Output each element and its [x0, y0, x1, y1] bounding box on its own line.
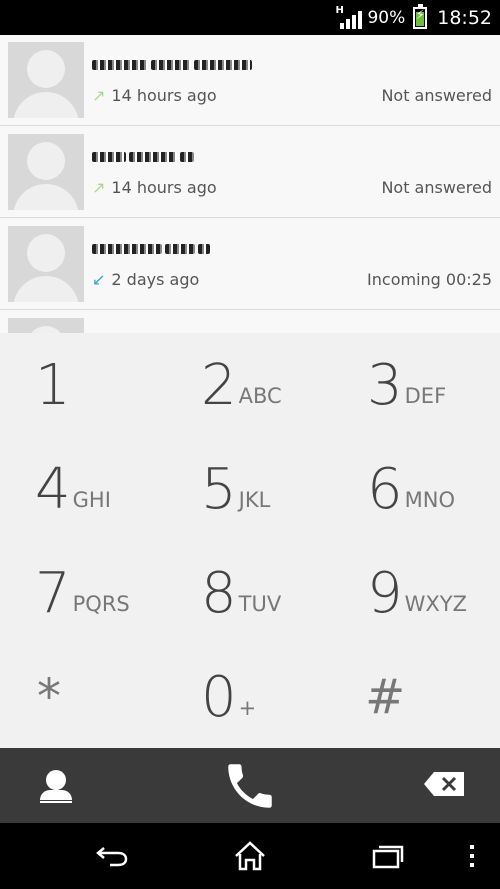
dial-key-3[interactable]: 3 DEF: [367, 333, 500, 437]
battery-icon: ⚡: [413, 3, 428, 29]
clock: 18:52: [437, 6, 492, 29]
avatar[interactable]: [8, 226, 84, 302]
outgoing-call-icon: ↗: [92, 86, 106, 105]
call-log-item[interactable]: [0, 311, 500, 333]
backspace-icon[interactable]: [422, 770, 468, 800]
home-icon[interactable]: [230, 839, 270, 873]
call-log-item[interactable]: ↙ 2 days ago Incoming 00:25: [0, 219, 500, 310]
call-time: 2 days ago: [111, 270, 200, 289]
dial-key-2[interactable]: 2 ABC: [201, 333, 367, 437]
contact-name-redacted: [92, 241, 210, 257]
more-vert-icon[interactable]: [462, 839, 482, 873]
incoming-call-icon: ↙: [92, 270, 106, 289]
dial-key-7[interactable]: 7 PQRS: [35, 541, 201, 645]
dialpad: 1 2 ABC 3 DEF 4 GHI 5 JKL 6 MNO 7 PQRS 8…: [0, 333, 500, 748]
navigation-bar: [0, 823, 500, 889]
avatar[interactable]: [8, 318, 84, 333]
call-status: Not answered: [381, 86, 492, 105]
dial-key-1[interactable]: 1: [35, 333, 201, 437]
contact-name-redacted: [92, 57, 252, 73]
call-status: Incoming 00:25: [367, 270, 492, 289]
phone-icon[interactable]: [218, 754, 282, 818]
dial-key-0[interactable]: 0 +: [201, 645, 367, 749]
avatar[interactable]: [8, 42, 84, 118]
call-status: Not answered: [381, 178, 492, 197]
back-icon[interactable]: [92, 839, 132, 873]
dial-key-hash[interactable]: #: [365, 645, 500, 749]
contact-name-redacted: [92, 149, 194, 165]
dial-key-4[interactable]: 4 GHI: [35, 437, 201, 541]
recent-apps-icon[interactable]: [368, 839, 408, 873]
call-time: 14 hours ago: [111, 86, 217, 105]
dialer-action-bar: [0, 748, 500, 823]
avatar[interactable]: [8, 134, 84, 210]
dial-key-star[interactable]: *: [37, 645, 203, 749]
dial-key-8[interactable]: 8 TUV: [201, 541, 367, 645]
call-time: 14 hours ago: [111, 178, 217, 197]
outgoing-call-icon: ↗: [92, 178, 106, 197]
status-bar: H 90% ⚡ 18:52: [0, 0, 500, 35]
dial-key-9[interactable]: 9 WXYZ: [367, 541, 500, 645]
battery-percent: 90%: [367, 7, 406, 28]
call-log-list[interactable]: ↗ 14 hours ago Not answered ↗ 14 hours a…: [0, 35, 500, 333]
dial-key-6[interactable]: 6 MNO: [367, 437, 500, 541]
person-icon[interactable]: [38, 768, 74, 804]
dial-key-5[interactable]: 5 JKL: [201, 437, 367, 541]
call-log-item[interactable]: ↗ 14 hours ago Not answered: [0, 35, 500, 126]
call-log-item[interactable]: ↗ 14 hours ago Not answered: [0, 127, 500, 218]
signal-icon: H: [335, 5, 363, 29]
